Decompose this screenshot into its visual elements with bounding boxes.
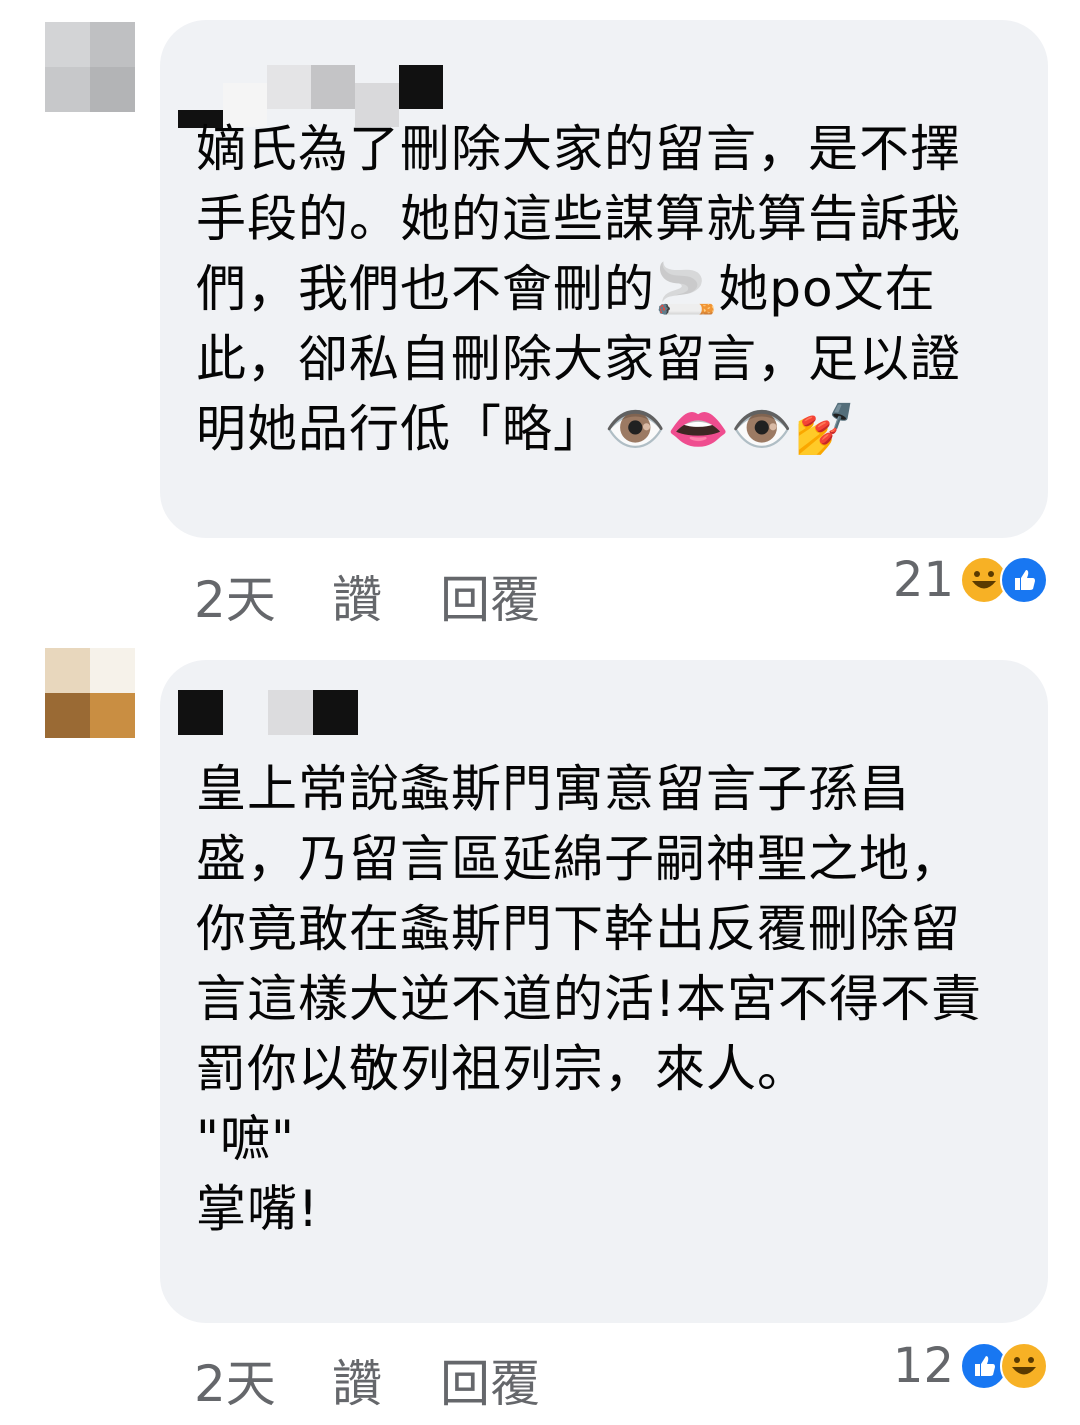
comment-item: 皇上常說螽斯門寓意留言子孫昌盛，乃留言區延綿子嗣神聖之地，你竟敢在螽斯門下幹出反… [0, 640, 1080, 1425]
comment-time[interactable]: 2天 [194, 560, 332, 632]
commenter-name[interactable] [178, 65, 443, 127]
reaction-count: 21 [892, 552, 954, 608]
like-button[interactable]: 讚 [332, 560, 440, 632]
haha-icon [1000, 1342, 1048, 1390]
like-button[interactable]: 讚 [332, 1344, 440, 1416]
reply-button[interactable]: 回覆 [440, 1344, 540, 1416]
comment-actions: 2天 讚 回覆 [194, 1344, 540, 1416]
avatar[interactable] [45, 22, 135, 112]
reaction-summary[interactable]: 12 [893, 1338, 1048, 1394]
like-icon [1000, 556, 1048, 604]
reaction-count: 12 [892, 1338, 954, 1394]
comment-item: 嫡氏為了刪除大家的留言，是不擇手段的。她的這些謀算就算告訴我們，我們也不會刪的🚬… [0, 0, 1080, 640]
comment-text: 皇上常說螽斯門寓意留言子孫昌盛，乃留言區延綿子嗣神聖之地，你竟敢在螽斯門下幹出反… [196, 760, 983, 1238]
comment-actions: 2天 讚 回覆 [194, 560, 540, 632]
commenter-name[interactable] [178, 690, 358, 735]
reaction-summary[interactable]: 21 [893, 552, 1048, 608]
reply-button[interactable]: 回覆 [440, 560, 540, 632]
comment-time[interactable]: 2天 [194, 1344, 332, 1416]
avatar[interactable] [45, 648, 135, 738]
comment-text: 嫡氏為了刪除大家的留言，是不擇手段的。她的這些謀算就算告訴我們，我們也不會刪的🚬… [196, 120, 961, 458]
